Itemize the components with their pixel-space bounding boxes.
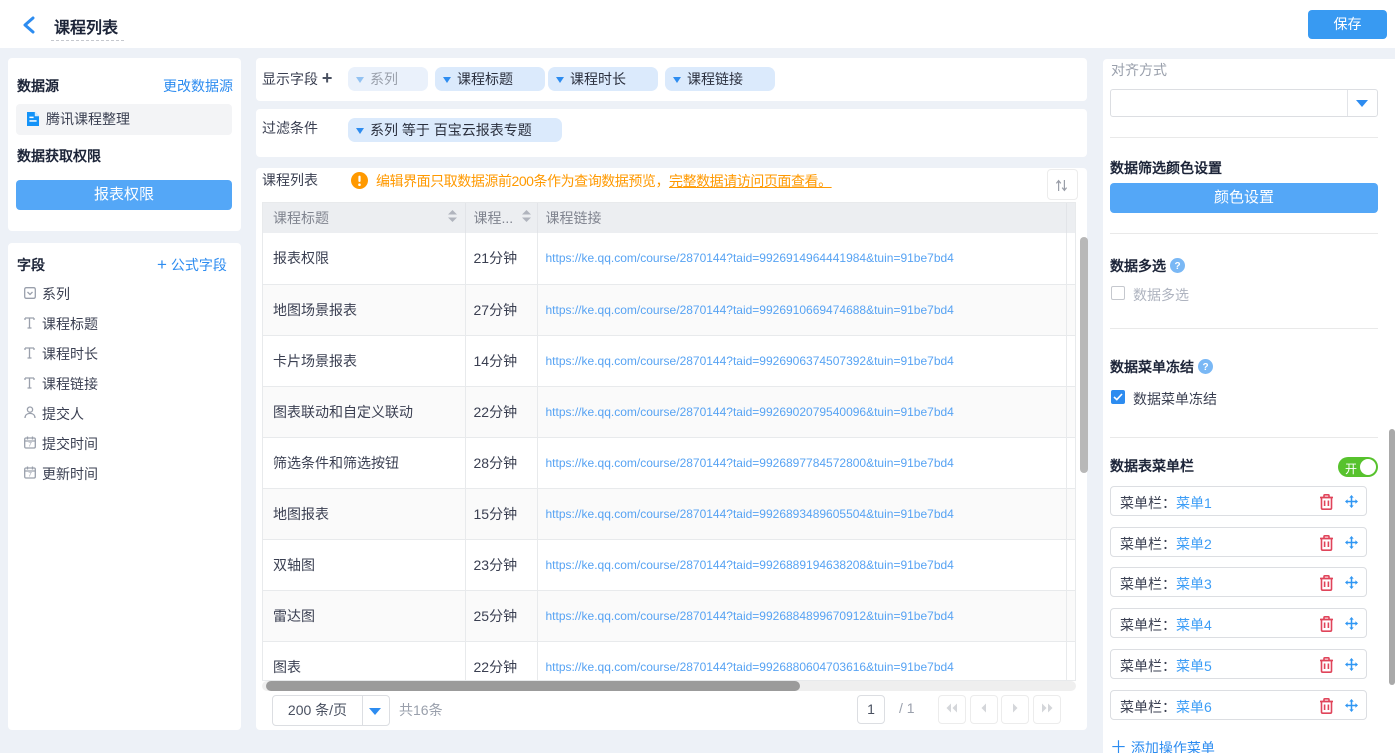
svg-text:?: ? [1174,261,1180,272]
svg-text:?: ? [1202,362,1208,373]
svg-text:7: 7 [28,442,32,449]
svg-text:7: 7 [28,472,32,479]
